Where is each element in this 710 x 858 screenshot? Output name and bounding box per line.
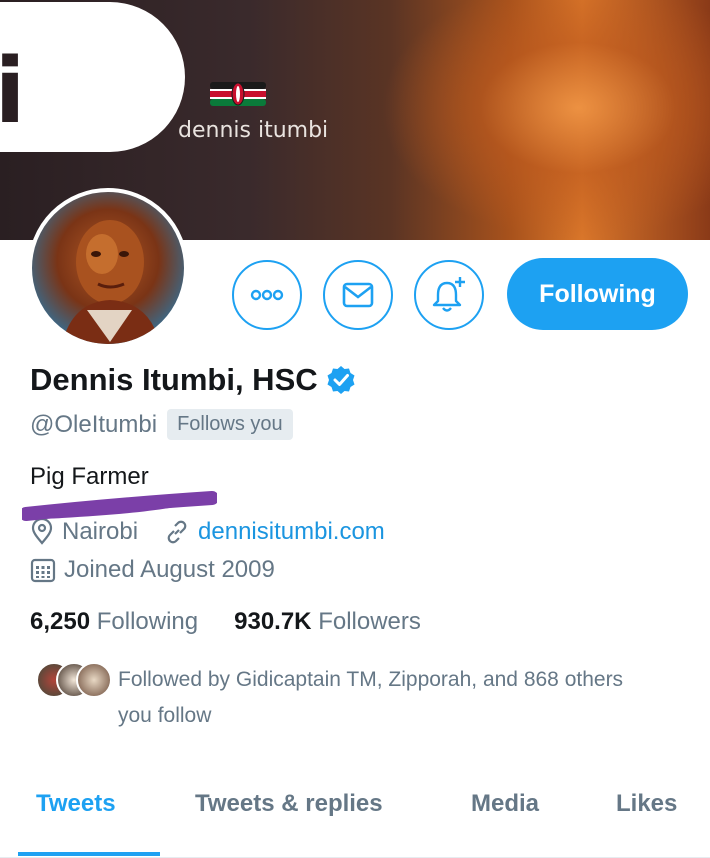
more-icon <box>250 289 284 301</box>
active-tab-indicator <box>18 852 160 856</box>
bio: Pig Farmer <box>30 463 149 490</box>
joined-text: Joined August 2009 <box>64 556 275 583</box>
message-button[interactable] <box>323 260 393 330</box>
verified-badge-icon <box>327 366 355 394</box>
following-count-link[interactable]: 6,250 Following <box>30 608 198 636</box>
handle-row: @OleItumbi Follows you <box>30 409 293 440</box>
joined-row: Joined August 2009 <box>30 556 275 584</box>
banner-logo: i <box>0 2 185 152</box>
avatar-portrait <box>62 220 160 344</box>
following-button[interactable]: Following <box>507 258 688 330</box>
follows-you-badge: Follows you <box>167 409 293 440</box>
tab-media[interactable]: Media <box>471 790 539 818</box>
user-handle: @OleItumbi <box>30 410 158 438</box>
tab-tweets[interactable]: Tweets <box>36 790 116 818</box>
tab-likes[interactable]: Likes <box>616 790 677 818</box>
envelope-icon <box>342 282 374 308</box>
calendar-icon <box>30 558 56 583</box>
avatar[interactable] <box>28 188 188 348</box>
followed-by-avatars <box>36 662 112 698</box>
profile-tabs: Tweets Tweets & replies Media Likes <box>0 772 710 858</box>
kenya-flag-icon <box>210 82 266 106</box>
website-link[interactable]: dennisitumbi.com <box>198 518 385 546</box>
followed-by-text: Followed by Gidicaptain TM, Zipporah, an… <box>118 668 624 727</box>
banner-logo-letter: i <box>0 39 26 144</box>
display-name: Dennis Itumbi, HSC <box>30 362 318 397</box>
banner-portrait <box>380 0 710 240</box>
bell-plus-icon <box>432 277 465 312</box>
mini-avatar <box>76 662 112 698</box>
display-name-row: Dennis Itumbi, HSC <box>30 362 356 398</box>
followers-count-link[interactable]: 930.7K Followers <box>234 608 421 636</box>
purple-scribble-mark <box>22 491 217 521</box>
follow-counts: 6,250 Following 930.7K Followers <box>30 608 421 636</box>
more-button[interactable] <box>232 260 302 330</box>
notifications-button[interactable] <box>414 260 484 330</box>
tab-tweets-replies[interactable]: Tweets & replies <box>195 790 383 818</box>
followed-by-row[interactable]: Followed by Gidicaptain TM, Zipporah, an… <box>36 662 628 734</box>
banner-name-text: dennis itumbi <box>178 118 329 143</box>
